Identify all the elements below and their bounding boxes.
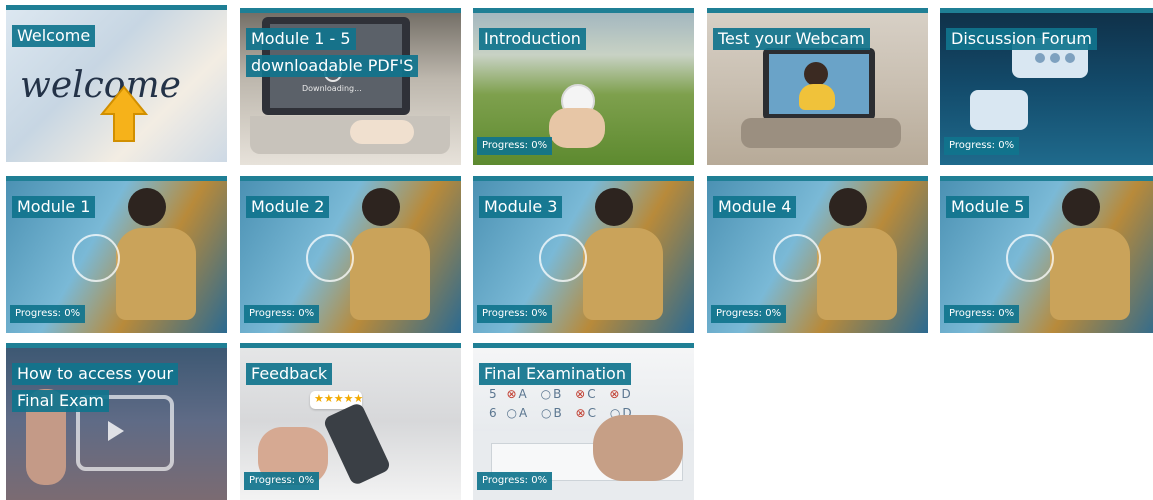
tile-progress: Progress: 0% (711, 305, 787, 323)
tile-title: Module 1 - 5 downloadable PDF'S (246, 25, 446, 79)
tile-title: Discussion Forum (946, 25, 1097, 52)
downloading-text: Downloading... (302, 84, 362, 93)
tile-pdfs[interactable]: Downloading... Module 1 - 5 downloadable… (240, 8, 461, 165)
tile-progress: Progress: 0% (477, 472, 553, 490)
tile-progress: Progress: 0% (244, 305, 320, 323)
chat-bubble-icon (970, 90, 1028, 130)
tile-module-5[interactable]: Module 5 Progress: 0% (940, 176, 1153, 333)
tile-title: Module 2 (246, 193, 330, 220)
tile-title: How to access your Final Exam (12, 360, 212, 414)
tile-test-webcam[interactable]: Test your Webcam (707, 8, 928, 165)
tile-discussion-forum[interactable]: Discussion Forum Progress: 0% (940, 8, 1153, 165)
tile-progress: Progress: 0% (10, 305, 86, 323)
tile-title: Introduction (479, 25, 586, 52)
tile-title: Module 4 (713, 193, 797, 220)
tile-title: Welcome (12, 22, 96, 49)
tile-progress: Progress: 0% (477, 137, 553, 155)
tile-module-1[interactable]: Module 1 Progress: 0% (6, 176, 227, 333)
play-icon (108, 421, 124, 441)
tile-module-2[interactable]: Module 2 Progress: 0% (240, 176, 461, 333)
tile-progress: Progress: 0% (944, 137, 1020, 155)
tile-feedback[interactable]: ★★★★★ Feedback Progress: 0% (240, 343, 461, 500)
tile-progress: Progress: 0% (244, 472, 320, 490)
tile-title: Feedback (246, 360, 333, 387)
tile-title: Module 3 (479, 193, 563, 220)
course-tile-grid: welcome Welcome Downloading... Module 1 … (0, 0, 1153, 500)
person-icon (804, 62, 828, 86)
tile-title: Final Examination (479, 360, 631, 387)
tile-welcome[interactable]: welcome Welcome (6, 5, 227, 162)
tile-final-examination[interactable]: 5 ⊗ A ○ B ⊗ C ⊗ D 6 ○ A ○ B ⊗ C ○ D Final Examin… (473, 343, 694, 500)
tile-title: Test your Webcam (713, 25, 870, 52)
tile-module-3[interactable]: Module 3 Progress: 0% (473, 176, 694, 333)
tile-title: Module 1 (12, 193, 96, 220)
tile-final-exam-access[interactable]: How to access your Final Exam (6, 343, 227, 500)
exam-row-5: 5 ⊗ A ○ B ⊗ C ⊗ D (489, 387, 631, 401)
tile-progress: Progress: 0% (477, 305, 553, 323)
tile-module-4[interactable]: Module 4 Progress: 0% (707, 176, 928, 333)
tile-progress: Progress: 0% (944, 305, 1020, 323)
tile-introduction[interactable]: Introduction Progress: 0% (473, 8, 694, 165)
tile-title: Module 5 (946, 193, 1030, 220)
